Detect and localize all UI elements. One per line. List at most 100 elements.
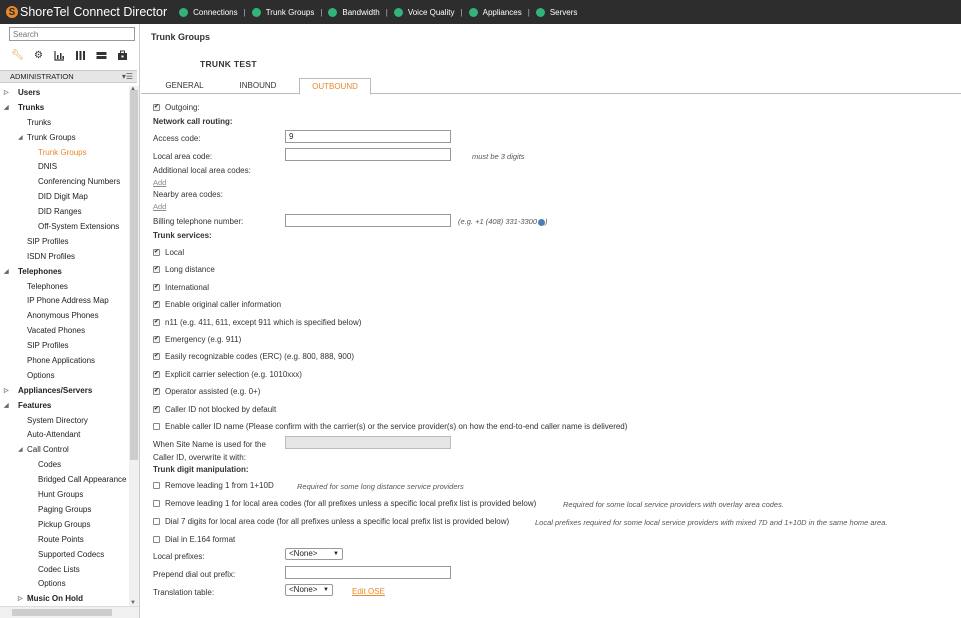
top-nav: Connections | Trunk Groups | Bandwidth | Voice… <box>173 7 578 17</box>
sidebar-item-supported-codecs[interactable]: Supported Codecs <box>0 548 129 563</box>
topnav-servers[interactable]: Servers <box>530 7 578 17</box>
site-name-override-input[interactable] <box>285 436 451 449</box>
translation-table-select[interactable]: <None> ▼ <box>285 584 333 596</box>
sidebar-item-hunt-groups[interactable]: Hunt Groups <box>0 488 129 503</box>
trunk-service-checkbox[interactable] <box>153 423 160 430</box>
digit-manipulation-checkbox[interactable] <box>153 536 160 543</box>
sidebar-item-did-digit-map[interactable]: DID Digit Map <box>0 190 129 205</box>
briefcase-icon[interactable] <box>117 50 128 61</box>
sidebar-item-did-ranges[interactable]: DID Ranges <box>0 205 129 220</box>
digit-manipulation-checkbox[interactable] <box>153 500 160 507</box>
collapsed-arrow-icon[interactable]: ▷ <box>4 86 9 101</box>
sidebar-item-call-control[interactable]: ◢ Call Control <box>0 443 129 458</box>
trunk-service-checkbox[interactable]: ✔ <box>153 405 160 413</box>
digit-manipulation-checkbox[interactable] <box>153 482 160 489</box>
sidebar-item-vacated-phones[interactable]: Vacated Phones <box>0 324 129 339</box>
sidebar-item-sip-profiles[interactable]: SIP Profiles <box>0 339 129 354</box>
sidebar-item-off-system-extensions[interactable]: Off-System Extensions <box>0 220 129 235</box>
expanded-arrow-icon[interactable]: ◢ <box>18 443 23 458</box>
sidebar-item-system-directory[interactable]: System Directory <box>0 414 129 429</box>
chart-icon[interactable] <box>54 50 65 61</box>
local-prefixes-select[interactable]: <None> ▼ <box>285 548 343 560</box>
trunk-service-checkbox[interactable]: ✔ <box>153 388 160 396</box>
local-area-code-input[interactable] <box>285 148 451 161</box>
brand-product: Connect Director <box>73 5 168 19</box>
add-nearby-area-code-link[interactable]: Add <box>153 202 166 211</box>
trunk-service-label: Local <box>165 248 185 257</box>
billing-hint-text: (e.g. +1 (408) 331-3300 <box>458 217 538 226</box>
add-local-area-code-link[interactable]: Add <box>153 178 166 187</box>
expanded-arrow-icon[interactable]: ◢ <box>18 131 23 146</box>
trunk-service-row: ✔ Easily recognizable codes (ERC) (e.g. 8… <box>153 352 354 361</box>
outgoing-checkbox[interactable]: ✔ <box>153 104 160 111</box>
brand[interactable]: S ShoreTel Connect Director <box>6 5 167 19</box>
sidebar-item-ip-phone-address-map[interactable]: IP Phone Address Map <box>0 294 129 309</box>
horizontal-scrollbar-thumb[interactable] <box>12 609 112 616</box>
sidebar-item-trunks[interactable]: ◢ Trunks <box>0 101 129 116</box>
sidebar-item-trunks[interactable]: Trunks <box>0 116 129 131</box>
administration-header[interactable]: ADMINISTRATION ▾☰ <box>0 70 137 83</box>
sidebar-scrollbar[interactable]: ▲ ▼ <box>129 86 139 606</box>
sidebar-item-telephones[interactable]: ◢ Telephones <box>0 265 129 280</box>
gear-icon[interactable]: ⚙ <box>33 50 44 61</box>
expanded-arrow-icon[interactable]: ◢ <box>4 101 9 116</box>
sidebar-item-phone-applications[interactable]: Phone Applications <box>0 354 129 369</box>
sidebar-item-isdn-profiles[interactable]: ISDN Profiles <box>0 250 129 265</box>
sidebar-item-codec-lists[interactable]: Codec Lists <box>0 563 129 578</box>
topnav-label: Servers <box>549 7 578 17</box>
topnav-connections[interactable]: Connections | <box>173 7 246 17</box>
tab-inbound[interactable]: INBOUND <box>227 78 289 94</box>
sidebar-item-features[interactable]: ◢ Features <box>0 399 129 414</box>
prepend-prefix-input[interactable] <box>285 566 451 579</box>
site-name-label-line2: Caller ID, overwrite it with: <box>153 453 246 462</box>
collapsed-arrow-icon[interactable]: ▷ <box>18 592 23 606</box>
expanded-arrow-icon[interactable]: ◢ <box>4 265 9 280</box>
edit-ose-link[interactable]: Edit OSE <box>352 587 385 596</box>
sidebar-item-bridged-call-appearance[interactable]: Bridged Call Appearance <box>0 473 129 488</box>
trunk-service-checkbox[interactable]: ✔ <box>153 249 160 256</box>
sidebar-item-anonymous-phones[interactable]: Anonymous Phones <box>0 309 129 324</box>
tab-general[interactable]: GENERAL <box>153 78 216 94</box>
trunk-service-checkbox[interactable]: ✔ <box>153 370 160 378</box>
sidebar-item-music-on-hold[interactable]: ▷ Music On Hold <box>0 592 129 606</box>
sidebar-item-auto-attendant[interactable]: Auto-Attendant <box>0 428 129 443</box>
sidebar-item-pickup-groups[interactable]: Pickup Groups <box>0 518 129 533</box>
topnav-bandwidth[interactable]: Bandwidth | <box>322 7 388 17</box>
phone-icon[interactable] <box>538 218 546 226</box>
tab-outbound[interactable]: OUTBOUND <box>299 78 371 95</box>
expanded-arrow-icon[interactable]: ◢ <box>4 399 9 414</box>
billing-number-input[interactable] <box>285 214 451 227</box>
collapsed-arrow-icon[interactable]: ▷ <box>4 384 9 399</box>
sidebar-item-appliances-servers[interactable]: ▷ Appliances/Servers <box>0 384 129 399</box>
trunk-service-checkbox[interactable]: ✔ <box>153 266 160 274</box>
search-input[interactable] <box>9 27 135 41</box>
access-code-input[interactable]: 9 <box>285 130 451 143</box>
digit-manipulation-checkbox[interactable] <box>153 518 160 525</box>
trunk-service-checkbox[interactable]: ✔ <box>153 353 160 361</box>
scrollbar-thumb[interactable] <box>130 90 138 460</box>
sidebar-item-sip-profiles[interactable]: SIP Profiles <box>0 235 129 250</box>
topnav-appliances[interactable]: Appliances | <box>463 7 530 17</box>
trunk-service-checkbox[interactable]: ✔ <box>153 336 160 343</box>
trunk-service-checkbox[interactable]: ✔ <box>153 301 160 309</box>
sidebar-item-paging-groups[interactable]: Paging Groups <box>0 503 129 518</box>
sidebar-item-dnis[interactable]: DNIS <box>0 160 129 175</box>
sidebar-item-users[interactable]: ▷ Users <box>0 86 129 101</box>
sidebar-item-route-points[interactable]: Route Points <box>0 533 129 548</box>
sidebar-item-options[interactable]: Options <box>0 369 129 384</box>
columns-icon[interactable] <box>75 50 86 61</box>
sidebar-item-conferencing-numbers[interactable]: Conferencing Numbers <box>0 175 129 190</box>
wrench-icon[interactable]: 🔧︎ <box>11 50 24 61</box>
sidebar-item-trunk-groups[interactable]: ◢ Trunk Groups <box>0 131 129 146</box>
trunk-service-checkbox[interactable]: ✔ <box>153 283 160 291</box>
sidebar-horizontal-scrollbar[interactable] <box>0 606 139 618</box>
sidebar-item-codes[interactable]: Codes <box>0 458 129 473</box>
sidebar-item-telephones[interactable]: Telephones <box>0 280 129 295</box>
sidebar-item-trunk-groups[interactable]: Trunk Groups <box>0 146 129 161</box>
switch-icon[interactable] <box>96 50 107 61</box>
topnav-trunk-groups[interactable]: Trunk Groups | <box>246 7 322 17</box>
topnav-voice-quality[interactable]: Voice Quality | <box>388 7 463 17</box>
collapse-menu-icon[interactable]: ▾☰ <box>122 71 133 82</box>
trunk-service-checkbox[interactable]: ✔ <box>153 318 160 326</box>
sidebar-item-options[interactable]: Options <box>0 577 129 592</box>
